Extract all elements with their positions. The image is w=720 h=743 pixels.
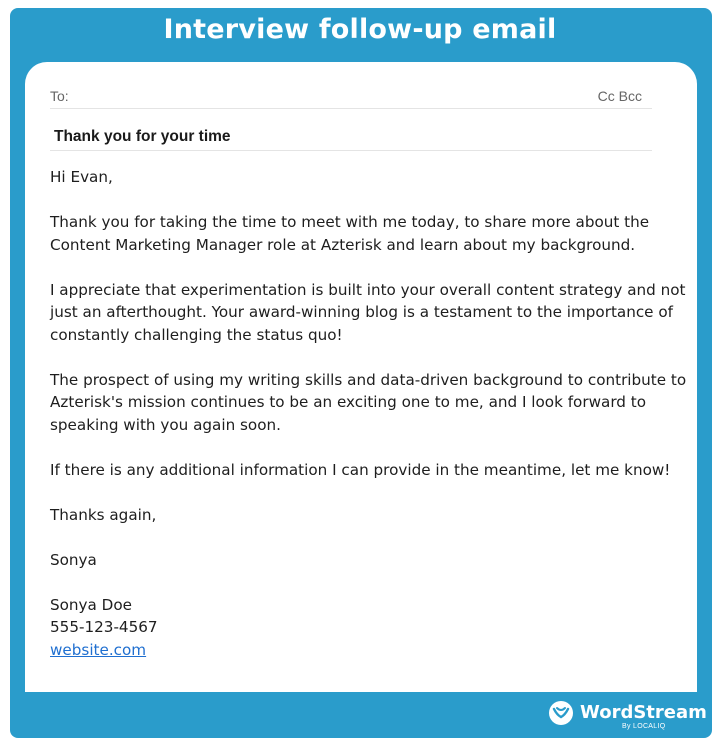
body-paragraph: The prospect of using my writing skills … [50,370,687,434]
page-title: Interview follow-up email [163,14,557,45]
closing: Thanks again, [50,505,157,524]
subject-text: Thank you for your time [54,128,231,145]
body-paragraph: I appreciate that experimentation is bui… [50,280,686,344]
signature-name: Sonya Doe [50,595,133,614]
email-body[interactable]: Hi Evan, Thank you for taking the time t… [50,166,690,661]
email-card: To: Cc Bcc Thank you for your time Hi Ev… [25,62,697,692]
brand-byline: By LOCALIQ [622,723,666,730]
signature-phone: 555-123-4567 [50,618,158,636]
greeting: Hi Evan, [50,168,113,186]
to-row[interactable]: To: Cc Bcc [50,88,652,109]
wordstream-logo: WordStream By LOCALIQ [548,698,707,730]
signature-block: Sonya Doe 555-123-4567 website.com [50,594,690,662]
wordstream-logo-icon [549,701,573,725]
body-paragraph: If there is any additional information I… [50,460,671,479]
subject-field[interactable]: Thank you for your time [50,119,652,151]
sign-off-name: Sonya [50,550,97,569]
brand-name: WordStream [580,702,707,723]
to-label: To: [50,88,69,104]
body-paragraph: Thank you for taking the time to meet wi… [50,213,650,254]
signature-website-link[interactable]: website.com [50,641,146,659]
cc-bcc-button[interactable]: Cc Bcc [598,88,642,104]
